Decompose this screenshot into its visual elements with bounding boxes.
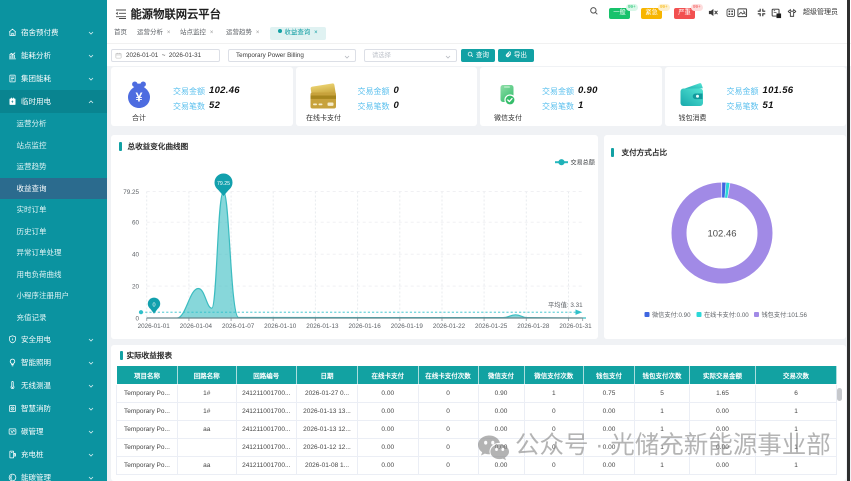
svg-text:2026-01-22: 2026-01-22 xyxy=(433,323,466,330)
svg-text:钱包支付:101.56: 钱包支付:101.56 xyxy=(761,311,807,319)
svg-text:¥: ¥ xyxy=(136,90,143,104)
svg-text:2026-01-19: 2026-01-19 xyxy=(391,323,424,330)
svg-text:2026-01-04: 2026-01-04 xyxy=(180,323,213,330)
svg-text:2026-01-25: 2026-01-25 xyxy=(475,323,508,330)
svg-text:平均值: 3.31: 平均值: 3.31 xyxy=(548,300,583,309)
svg-text:20: 20 xyxy=(132,283,140,290)
svg-text:79.25: 79.25 xyxy=(217,181,230,187)
svg-text:在线卡支付:0.00: 在线卡支付:0.00 xyxy=(704,311,749,319)
svg-text:79.25: 79.25 xyxy=(123,189,139,196)
svg-text:2026-01-10: 2026-01-10 xyxy=(264,323,297,330)
svg-text:2026-01-28: 2026-01-28 xyxy=(517,323,550,330)
svg-text:60: 60 xyxy=(132,219,140,226)
svg-text:2026-01-31: 2026-01-31 xyxy=(559,323,592,330)
svg-text:2026-01-01: 2026-01-01 xyxy=(138,323,171,330)
svg-text:40: 40 xyxy=(132,251,140,258)
svg-text:0: 0 xyxy=(135,315,139,322)
svg-text:2026-01-16: 2026-01-16 xyxy=(348,323,381,330)
svg-text:102.46: 102.46 xyxy=(707,228,736,239)
svg-text:2026-01-07: 2026-01-07 xyxy=(222,323,255,330)
svg-text:2026-01-13: 2026-01-13 xyxy=(306,323,339,330)
svg-text:0: 0 xyxy=(152,302,155,308)
svg-text:微信支付:0.90: 微信支付:0.90 xyxy=(652,311,691,319)
svg-text:交易总额: 交易总额 xyxy=(571,158,595,166)
